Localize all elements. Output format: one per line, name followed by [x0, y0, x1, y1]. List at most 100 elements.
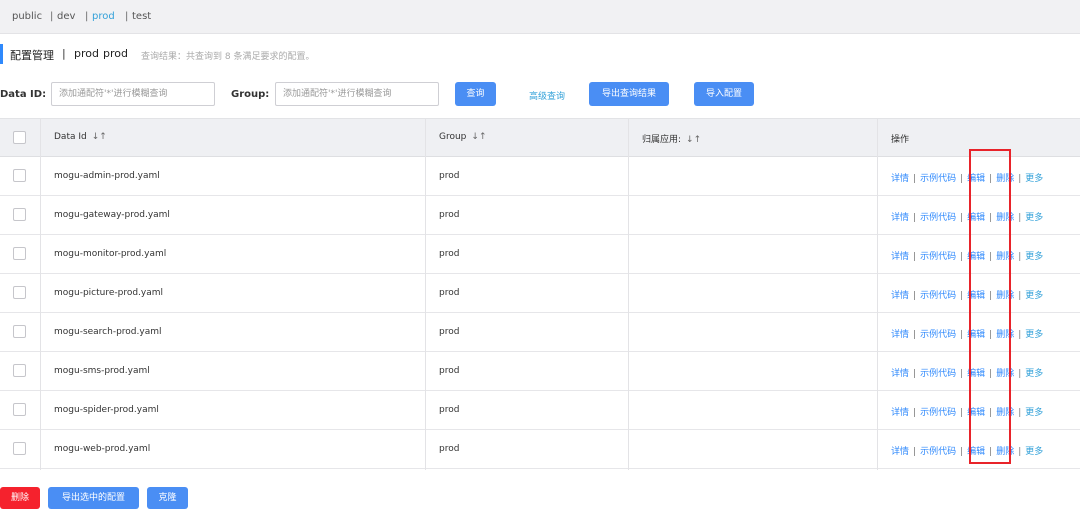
column-header-group[interactable]: Group ↓↑: [439, 132, 487, 142]
cell-data-id: mogu-admin-prod.yaml: [54, 171, 160, 181]
detail-link[interactable]: 详情: [891, 291, 909, 301]
action-separator: |: [989, 369, 993, 379]
detail-link[interactable]: 详情: [891, 369, 909, 379]
delete-link[interactable]: 删除: [996, 369, 1014, 379]
namespace-bar: public | dev | prod | test: [0, 0, 1080, 34]
delete-link[interactable]: 删除: [996, 174, 1014, 184]
delete-link[interactable]: 删除: [996, 408, 1014, 418]
action-separator: |: [989, 291, 993, 301]
row-checkbox[interactable]: [13, 325, 26, 338]
delete-link[interactable]: 删除: [996, 330, 1014, 340]
more-link[interactable]: 更多: [1025, 174, 1043, 184]
action-separator: |: [960, 252, 964, 262]
cell-group: prod: [439, 171, 460, 181]
detail-link[interactable]: 详情: [891, 213, 909, 223]
namespace-test[interactable]: test: [132, 11, 151, 22]
row-checkbox[interactable]: [13, 442, 26, 455]
sort-icon[interactable]: ↓↑: [92, 132, 107, 142]
sample-code-link[interactable]: 示例代码: [920, 291, 956, 301]
group-label: Group:: [231, 89, 270, 100]
row-checkbox[interactable]: [13, 169, 26, 182]
title-accent-bar: [0, 44, 3, 64]
delete-link[interactable]: 删除: [996, 447, 1014, 457]
more-link[interactable]: 更多: [1025, 447, 1043, 457]
advanced-query-link[interactable]: 高级查询: [529, 89, 565, 102]
delete-selected-button[interactable]: 删除: [0, 487, 40, 509]
result-hint: 查询结果：共查询到 8 条满足要求的配置。: [141, 52, 315, 62]
row-checkbox[interactable]: [13, 208, 26, 221]
row-checkbox[interactable]: [13, 286, 26, 299]
detail-link[interactable]: 详情: [891, 174, 909, 184]
row-checkbox[interactable]: [13, 364, 26, 377]
namespace-separator: |: [50, 11, 54, 22]
table-row: mogu-spider-prod.yaml prod 详情 | 示例代码 | 编辑 | 删除 | 更…: [0, 391, 1080, 430]
select-all-checkbox[interactable]: [13, 131, 26, 144]
sort-icon[interactable]: ↓↑: [686, 135, 701, 145]
action-separator: |: [960, 174, 964, 184]
import-config-button[interactable]: 导入配置: [694, 82, 754, 106]
edit-link[interactable]: 编辑: [967, 174, 985, 184]
query-button[interactable]: 查询: [455, 82, 496, 106]
row-checkbox[interactable]: [13, 403, 26, 416]
sample-code-link[interactable]: 示例代码: [920, 252, 956, 262]
sample-code-link[interactable]: 示例代码: [920, 174, 956, 184]
column-header-app[interactable]: 归属应用: ↓↑: [642, 132, 701, 145]
edit-link[interactable]: 编辑: [967, 369, 985, 379]
export-selected-button[interactable]: 导出选中的配置: [48, 487, 139, 509]
detail-link[interactable]: 详情: [891, 252, 909, 262]
column-header-data-id[interactable]: Data Id ↓↑: [54, 132, 107, 142]
edit-link[interactable]: 编辑: [967, 330, 985, 340]
title-separator: |: [62, 47, 66, 60]
namespace-separator: |: [85, 11, 89, 22]
edit-link[interactable]: 编辑: [967, 447, 985, 457]
export-results-button[interactable]: 导出查询结果: [589, 82, 669, 106]
data-id-input[interactable]: [51, 82, 215, 106]
namespace-public[interactable]: public: [12, 11, 42, 22]
row-actions: 详情 | 示例代码 | 编辑 | 删除 | 更多: [891, 327, 1043, 340]
clone-button[interactable]: 克隆: [147, 487, 188, 509]
more-link[interactable]: 更多: [1025, 213, 1043, 223]
sample-code-link[interactable]: 示例代码: [920, 369, 956, 379]
action-separator: |: [1018, 174, 1022, 184]
action-separator: |: [989, 252, 993, 262]
more-link[interactable]: 更多: [1025, 291, 1043, 301]
sample-code-link[interactable]: 示例代码: [920, 213, 956, 223]
action-separator: |: [989, 447, 993, 457]
sample-code-link[interactable]: 示例代码: [920, 447, 956, 457]
row-actions: 详情 | 示例代码 | 编辑 | 删除 | 更多: [891, 405, 1043, 418]
more-link[interactable]: 更多: [1025, 330, 1043, 340]
edit-link[interactable]: 编辑: [967, 213, 985, 223]
action-separator: |: [1018, 408, 1022, 418]
namespace-dev[interactable]: dev: [57, 11, 75, 22]
edit-link[interactable]: 编辑: [967, 408, 985, 418]
sort-icon[interactable]: ↓↑: [471, 132, 486, 142]
detail-link[interactable]: 详情: [891, 330, 909, 340]
namespace-id: prod: [103, 47, 128, 60]
row-checkbox[interactable]: [13, 247, 26, 260]
delete-link[interactable]: 删除: [996, 213, 1014, 223]
action-separator: |: [1018, 291, 1022, 301]
row-actions: 详情 | 示例代码 | 编辑 | 删除 | 更多: [891, 366, 1043, 379]
more-link[interactable]: 更多: [1025, 369, 1043, 379]
detail-link[interactable]: 详情: [891, 408, 909, 418]
row-actions: 详情 | 示例代码 | 编辑 | 删除 | 更多: [891, 210, 1043, 223]
cell-group: prod: [439, 210, 460, 220]
action-separator: |: [960, 291, 964, 301]
edit-link[interactable]: 编辑: [967, 291, 985, 301]
group-input[interactable]: [275, 82, 439, 106]
sample-code-link[interactable]: 示例代码: [920, 408, 956, 418]
delete-link[interactable]: 删除: [996, 252, 1014, 262]
action-separator: |: [960, 408, 964, 418]
cell-data-id: mogu-gateway-prod.yaml: [54, 210, 170, 220]
table-row: mogu-gateway-prod.yaml prod 详情 | 示例代码 | 编辑 | 删除 |…: [0, 196, 1080, 235]
column-divider: [40, 118, 41, 470]
data-id-label: Data ID:: [0, 89, 47, 100]
sample-code-link[interactable]: 示例代码: [920, 330, 956, 340]
detail-link[interactable]: 详情: [891, 447, 909, 457]
delete-link[interactable]: 删除: [996, 291, 1014, 301]
more-link[interactable]: 更多: [1025, 408, 1043, 418]
namespace-prod[interactable]: prod: [92, 11, 115, 22]
more-link[interactable]: 更多: [1025, 252, 1043, 262]
edit-link[interactable]: 编辑: [967, 252, 985, 262]
row-actions: 详情 | 示例代码 | 编辑 | 删除 | 更多: [891, 249, 1043, 262]
